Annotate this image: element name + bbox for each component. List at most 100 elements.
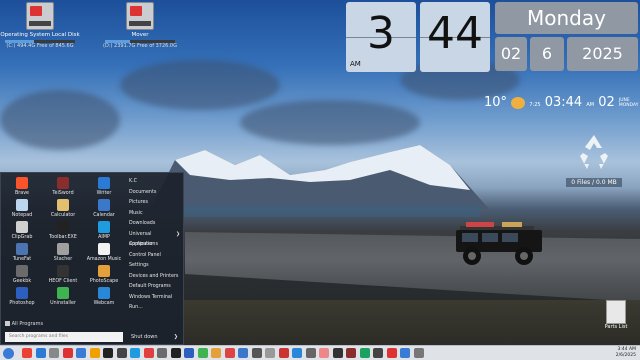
start-link-run-[interactable]: Run... xyxy=(129,303,184,314)
start-app-clipgrab[interactable]: ClipGrab xyxy=(4,221,40,240)
start-link-pictures[interactable]: Pictures xyxy=(129,198,184,209)
taskbar-app-icon[interactable] xyxy=(35,348,46,358)
taskbar-app-icon[interactable] xyxy=(386,348,397,358)
start-app-tunefat[interactable]: TuneFat xyxy=(4,243,40,262)
start-link-default-programs[interactable]: Default Programs xyxy=(129,282,184,293)
cloud xyxy=(0,90,120,150)
app-label: HEOF Client xyxy=(48,279,78,284)
year-tile: 2025 xyxy=(567,37,638,71)
taskbar-app-icon[interactable] xyxy=(292,348,302,358)
taskbar-app-icon[interactable] xyxy=(400,348,410,358)
start-app-geekbk[interactable]: Geekbk xyxy=(4,265,40,284)
taskbar-app-icon[interactable] xyxy=(89,348,100,358)
taskbar-app-icon[interactable] xyxy=(197,348,208,358)
taskbar-app-icon[interactable] xyxy=(332,348,343,358)
taskbar-app-icon[interactable] xyxy=(22,348,32,358)
start-app-uninstaller[interactable]: Uninstaller xyxy=(45,287,81,306)
taskbar-app-icon[interactable] xyxy=(184,348,194,358)
drive-d-icon[interactable]: Mover (D:) 2391.7G Free of 3726.0G xyxy=(100,2,180,49)
taskbar-app-icon[interactable] xyxy=(278,348,289,358)
taskbar-app-icon[interactable] xyxy=(211,348,221,358)
start-button[interactable] xyxy=(3,348,14,359)
cloud xyxy=(240,100,420,145)
taskbar-app-icon[interactable] xyxy=(143,348,154,358)
start-app-stacher[interactable]: Stacher xyxy=(45,243,81,262)
start-link-downloads[interactable]: Downloads xyxy=(129,219,184,230)
taskbar-app-icon[interactable] xyxy=(103,348,113,358)
app-icon xyxy=(16,199,28,211)
start-menu: Brave TeiSword Writer Notepad Calculator Cale… xyxy=(0,172,184,345)
taskbar-app-icon[interactable] xyxy=(224,348,235,358)
start-link-documents[interactable]: Documents xyxy=(129,188,184,199)
drive-free-text: (D:) 2391.7G Free of 3726.0G xyxy=(103,43,177,49)
taskbar-app-icon[interactable] xyxy=(130,348,140,358)
taskbar-app-icon[interactable] xyxy=(116,348,127,358)
taskbar-app-icon[interactable] xyxy=(157,348,167,358)
taskbar-app-icon[interactable] xyxy=(319,348,329,358)
app-icon xyxy=(57,287,69,299)
start-link-music[interactable]: Music xyxy=(129,209,184,220)
start-link-label: Computer xyxy=(129,242,153,247)
taskbar-app-icon[interactable] xyxy=(238,348,248,358)
sea xyxy=(180,205,480,217)
start-app-photoscape[interactable]: PhotoScape xyxy=(86,265,122,284)
mountain-range xyxy=(150,145,490,210)
shutdown-arrow-icon[interactable]: ❯ xyxy=(174,332,178,342)
start-link-settings[interactable]: Settings xyxy=(129,261,184,272)
start-app-writer[interactable]: Writer xyxy=(86,177,122,196)
all-programs-button[interactable]: All Programs xyxy=(5,321,43,327)
app-label: Calculator xyxy=(50,213,76,218)
taskbar-app-icon[interactable] xyxy=(359,348,370,358)
clock-minute: 44 xyxy=(427,8,483,59)
app-icon xyxy=(57,243,69,255)
app-icon xyxy=(16,221,28,233)
taskbar-app-icon[interactable] xyxy=(251,348,262,358)
parts-list-label: Parts List xyxy=(604,324,628,330)
taskbar-app-icon[interactable] xyxy=(265,348,275,358)
day-value: 6 xyxy=(541,44,553,63)
taskbar-app-icon[interactable] xyxy=(346,348,356,358)
start-link-universal-applications[interactable]: Universal applications ❯ xyxy=(129,230,184,248)
taskbar-app-icon[interactable] xyxy=(170,348,181,358)
parts-list-icon[interactable]: Parts List xyxy=(600,300,632,330)
start-link-k-c[interactable]: K.C xyxy=(129,177,184,188)
start-app-toolbar-exe[interactable]: Toolbar.EXE xyxy=(45,221,81,240)
start-app-heof-client[interactable]: HEOF Client xyxy=(45,265,81,284)
taskbar-app-icon[interactable] xyxy=(76,348,86,358)
app-icon xyxy=(98,265,110,277)
start-link-label: Music xyxy=(129,210,143,216)
taskbar-icons xyxy=(22,348,424,358)
start-app-calculator[interactable]: Calculator xyxy=(45,199,81,218)
start-app-aimp[interactable]: AIMP xyxy=(86,221,122,240)
drive-c-icon[interactable]: Operating System Local Disk (C:) 494.4G … xyxy=(0,2,80,49)
clock-hour: 3 xyxy=(367,8,395,59)
start-link-label: Devices and Printers xyxy=(129,273,179,279)
taskbar-app-icon[interactable] xyxy=(49,348,59,358)
start-search-input[interactable]: Search programs and files xyxy=(5,332,123,342)
moon-cloud-icon xyxy=(511,96,526,109)
start-link-control-panel[interactable]: Control Panel xyxy=(129,251,184,262)
start-app-notepad[interactable]: Notepad xyxy=(4,199,40,218)
taskbar-app-icon[interactable] xyxy=(413,348,424,358)
start-link-windows-terminal[interactable]: Windows Terminal xyxy=(129,293,184,304)
taskbar-app-icon[interactable] xyxy=(62,348,73,358)
taskbar-app-icon[interactable] xyxy=(305,348,316,358)
start-link-devices-and-printers[interactable]: Devices and Printers xyxy=(129,272,184,283)
start-app-amazon-music[interactable]: Amazon Music xyxy=(86,243,122,262)
start-app-webcam[interactable]: Webcam xyxy=(86,287,122,306)
taskbar-app-icon[interactable] xyxy=(373,348,383,358)
start-app-brave[interactable]: Brave xyxy=(4,177,40,196)
shutdown-button[interactable]: Shut down ❯ xyxy=(128,332,182,342)
start-link-label: Default Programs xyxy=(129,284,171,289)
jeep-image xyxy=(456,222,542,265)
all-programs-icon xyxy=(5,321,10,326)
start-app-photoshop[interactable]: Photoshop xyxy=(4,287,40,306)
start-link-label: Settings xyxy=(129,263,149,268)
start-app-teisword[interactable]: TeiSword xyxy=(45,177,81,196)
weather-day: 02 xyxy=(598,95,615,110)
start-app-calendar[interactable]: Calendar xyxy=(86,199,122,218)
recycle-bin-icon[interactable]: 0 Files / 0.0 MB xyxy=(566,132,622,187)
system-tray-clock[interactable]: 3:44 AM 2/6/2025 xyxy=(616,347,636,359)
start-menu-links: K.C Documents Pictures Music Downloads Univer… xyxy=(129,177,184,314)
weather-temp: 10° xyxy=(484,95,508,110)
